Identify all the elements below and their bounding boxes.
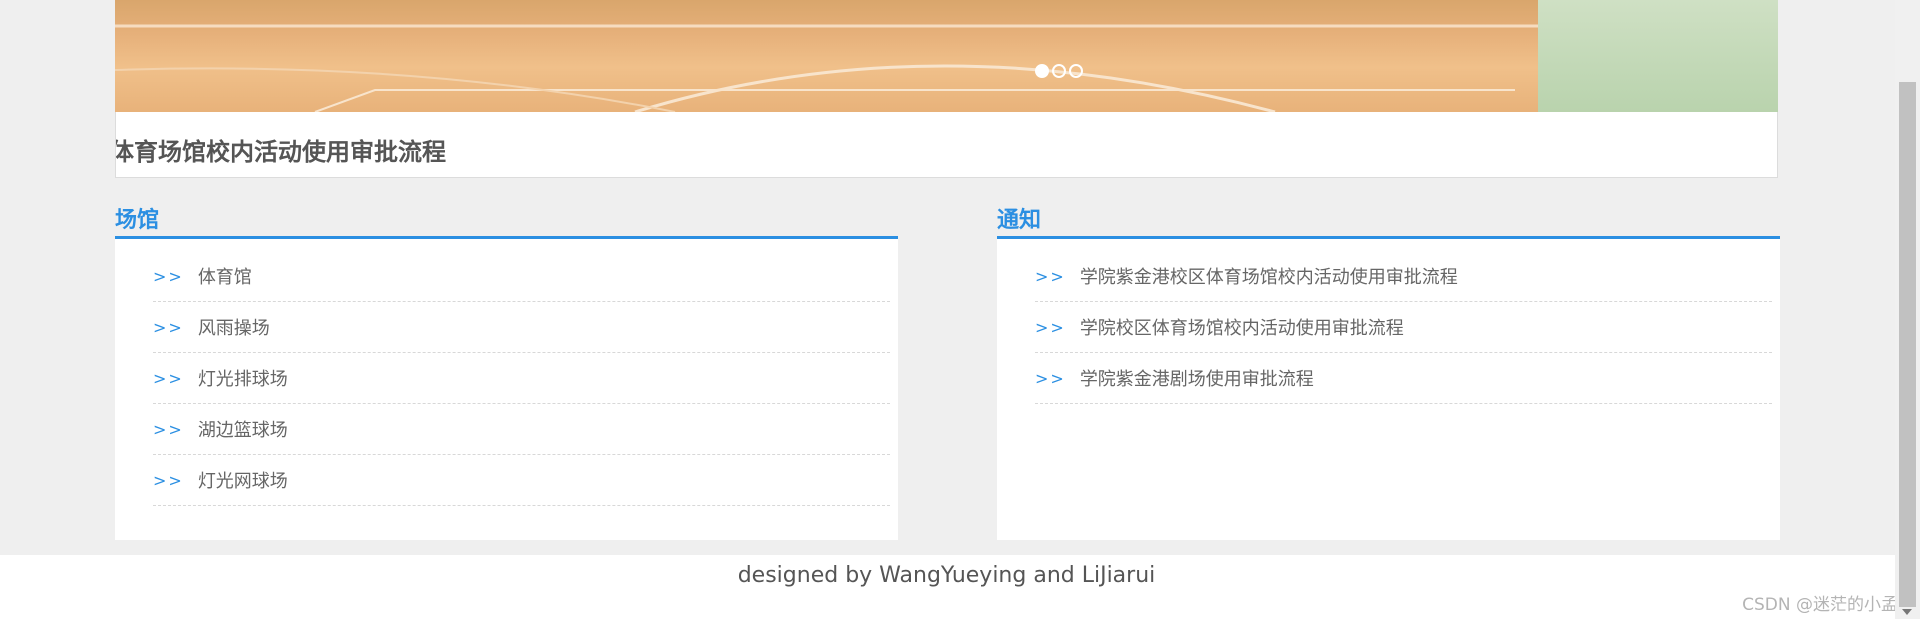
carousel-dot-2[interactable]: [1052, 64, 1066, 78]
carousel-caption: 体育场馆校内活动使用审批流程: [115, 112, 1778, 178]
notice-link[interactable]: 学院校区体育场馆校内活动使用审批流程: [1080, 314, 1404, 340]
venue-link[interactable]: 体育馆: [198, 263, 252, 289]
venues-header: 场馆: [115, 200, 898, 239]
venue-link[interactable]: 风雨操场: [198, 314, 270, 340]
banner-wall: [1538, 0, 1778, 112]
venue-link[interactable]: 湖边篮球场: [198, 416, 288, 442]
venue-item[interactable]: >> 灯光网球场: [153, 455, 890, 506]
notices-panel: 通知 >> 学院紫金港校区体育场馆校内活动使用审批流程 >> 学院校区体育场馆校内活…: [997, 200, 1780, 540]
venues-panel: 场馆 >> 体育馆 >> 风雨操场 >> 灯光排球场 >> 湖边篮球场 >> 灯光网球场: [115, 200, 898, 540]
arrow-icon: >>: [153, 470, 184, 490]
arrow-icon: >>: [1035, 317, 1066, 337]
arrow-icon: >>: [153, 419, 184, 439]
scrollbar-thumb[interactable]: [1899, 82, 1916, 607]
csdn-watermark: CSDN @迷茫的小孟: [1742, 595, 1898, 615]
notice-link[interactable]: 学院紫金港剧场使用审批流程: [1080, 365, 1314, 391]
notices-list: >> 学院紫金港校区体育场馆校内活动使用审批流程 >> 学院校区体育场馆校内活动使用…: [1035, 251, 1772, 404]
carousel-banner[interactable]: [115, 0, 1778, 112]
footer-credit: designed by WangYueying and LiJiarui: [737, 563, 1156, 588]
article-title[interactable]: 体育场馆校内活动使用审批流程: [116, 132, 446, 167]
notices-header: 通知: [997, 200, 1780, 239]
notice-link[interactable]: 学院紫金港校区体育场馆校内活动使用审批流程: [1080, 263, 1458, 289]
scroll-down-arrow-icon[interactable]: [1902, 609, 1912, 615]
page-footer: designed by WangYueying and LiJiarui: [0, 555, 1900, 619]
carousel-dot-1[interactable]: [1035, 64, 1049, 78]
page-scrollbar[interactable]: [1895, 0, 1920, 619]
carousel-dot-3[interactable]: [1069, 64, 1083, 78]
gym-floor-image: [115, 24, 1778, 112]
venue-item[interactable]: >> 风雨操场: [153, 302, 890, 353]
notices-heading: 通知: [997, 208, 1042, 233]
venue-item[interactable]: >> 体育馆: [153, 251, 890, 302]
venue-item[interactable]: >> 灯光排球场: [153, 353, 890, 404]
arrow-icon: >>: [153, 317, 184, 337]
venues-heading: 场馆: [115, 208, 160, 233]
notice-item[interactable]: >> 学院紫金港校区体育场馆校内活动使用审批流程: [1035, 251, 1772, 302]
arrow-icon: >>: [153, 368, 184, 388]
venue-item[interactable]: >> 湖边篮球场: [153, 404, 890, 455]
venue-link[interactable]: 灯光排球场: [198, 365, 288, 391]
venues-list: >> 体育馆 >> 风雨操场 >> 灯光排球场 >> 湖边篮球场 >> 灯光网球场: [153, 251, 890, 506]
venue-link[interactable]: 灯光网球场: [198, 467, 288, 493]
arrow-icon: >>: [1035, 266, 1066, 286]
arrow-icon: >>: [1035, 368, 1066, 388]
arrow-icon: >>: [153, 266, 184, 286]
carousel-indicators: [1035, 64, 1083, 78]
notice-item[interactable]: >> 学院紫金港剧场使用审批流程: [1035, 353, 1772, 404]
notice-item[interactable]: >> 学院校区体育场馆校内活动使用审批流程: [1035, 302, 1772, 353]
